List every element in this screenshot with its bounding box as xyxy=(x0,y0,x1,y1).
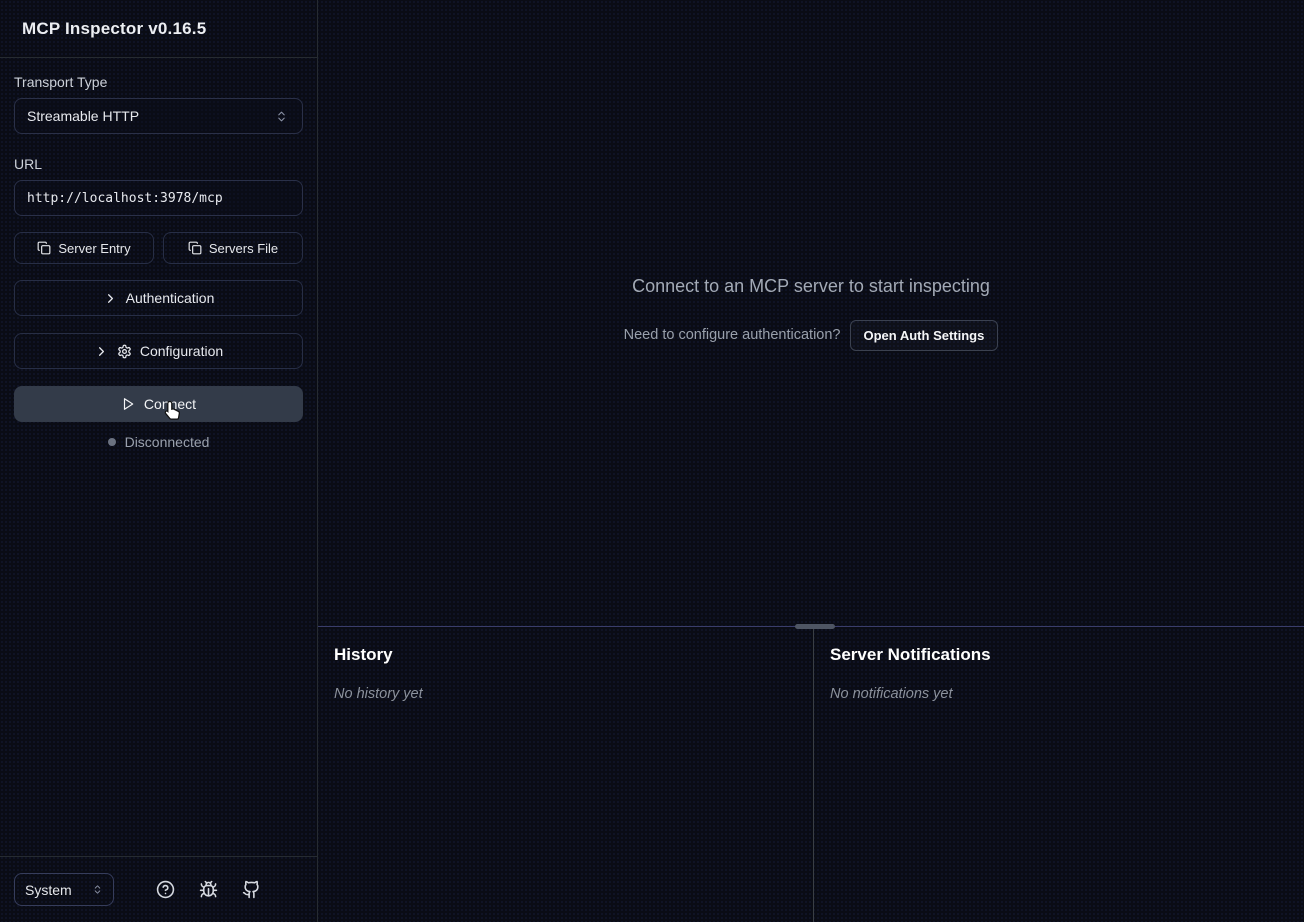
url-input-wrap xyxy=(14,180,303,216)
transport-type-value: Streamable HTTP xyxy=(27,108,139,124)
notifications-empty-text: No notifications yet xyxy=(830,686,1288,702)
footer-icons xyxy=(114,878,303,901)
url-label: URL xyxy=(14,156,303,172)
help-circle-icon[interactable] xyxy=(154,878,177,901)
url-input[interactable] xyxy=(27,191,290,206)
empty-state-title: Connect to an MCP server to start inspec… xyxy=(632,276,990,297)
authentication-label: Authentication xyxy=(126,290,215,306)
app-title: MCP Inspector v0.16.5 xyxy=(22,19,206,39)
server-notifications-panel: Server Notifications No notifications ye… xyxy=(814,627,1304,922)
history-panel: History No history yet xyxy=(318,627,813,922)
copy-icon xyxy=(188,241,202,255)
chevron-right-icon xyxy=(94,344,109,359)
configuration-toggle[interactable]: Configuration xyxy=(14,333,303,369)
sidebar-footer: System xyxy=(0,856,317,922)
status-text: Disconnected xyxy=(125,434,210,450)
sidebar-header: MCP Inspector v0.16.5 xyxy=(0,0,317,58)
chevron-right-icon xyxy=(103,291,118,306)
transport-type-label: Transport Type xyxy=(14,74,303,90)
panel-resize-handle[interactable] xyxy=(795,624,835,629)
configuration-label: Configuration xyxy=(140,343,223,359)
github-icon[interactable] xyxy=(240,878,263,901)
bug-icon[interactable] xyxy=(197,878,220,901)
sidebar-body: Transport Type Streamable HTTP URL Serve… xyxy=(0,58,317,856)
server-entry-label: Server Entry xyxy=(58,241,130,256)
sidebar: MCP Inspector v0.16.5 Transport Type Str… xyxy=(0,0,318,922)
main-empty-state: Connect to an MCP server to start inspec… xyxy=(318,0,1304,626)
auth-prompt-row: Need to configure authentication? Open A… xyxy=(624,320,999,351)
bottom-panels: History No history yet Server Notificati… xyxy=(318,626,1304,922)
connect-label: Connect xyxy=(144,396,196,412)
connection-status: Disconnected xyxy=(14,434,303,450)
theme-select-value: System xyxy=(25,882,72,898)
history-empty-text: No history yet xyxy=(334,686,797,702)
servers-file-button[interactable]: Servers File xyxy=(163,232,303,264)
transport-type-select[interactable]: Streamable HTTP xyxy=(14,98,303,134)
history-title: History xyxy=(334,645,797,665)
open-auth-settings-button[interactable]: Open Auth Settings xyxy=(850,320,999,351)
connect-button[interactable]: Connect xyxy=(14,386,303,422)
chevrons-up-down-icon xyxy=(273,108,290,125)
main-column: Connect to an MCP server to start inspec… xyxy=(318,0,1304,922)
authentication-toggle[interactable]: Authentication xyxy=(14,280,303,316)
server-notifications-title: Server Notifications xyxy=(830,645,1288,665)
chevrons-up-down-icon xyxy=(92,884,103,895)
theme-select[interactable]: System xyxy=(14,873,114,906)
copy-icon xyxy=(37,241,51,255)
play-icon xyxy=(121,397,135,411)
gear-icon xyxy=(117,344,132,359)
status-dot xyxy=(108,438,116,446)
server-entry-button[interactable]: Server Entry xyxy=(14,232,154,264)
auth-prompt-text: Need to configure authentication? xyxy=(624,327,841,343)
servers-file-label: Servers File xyxy=(209,241,278,256)
